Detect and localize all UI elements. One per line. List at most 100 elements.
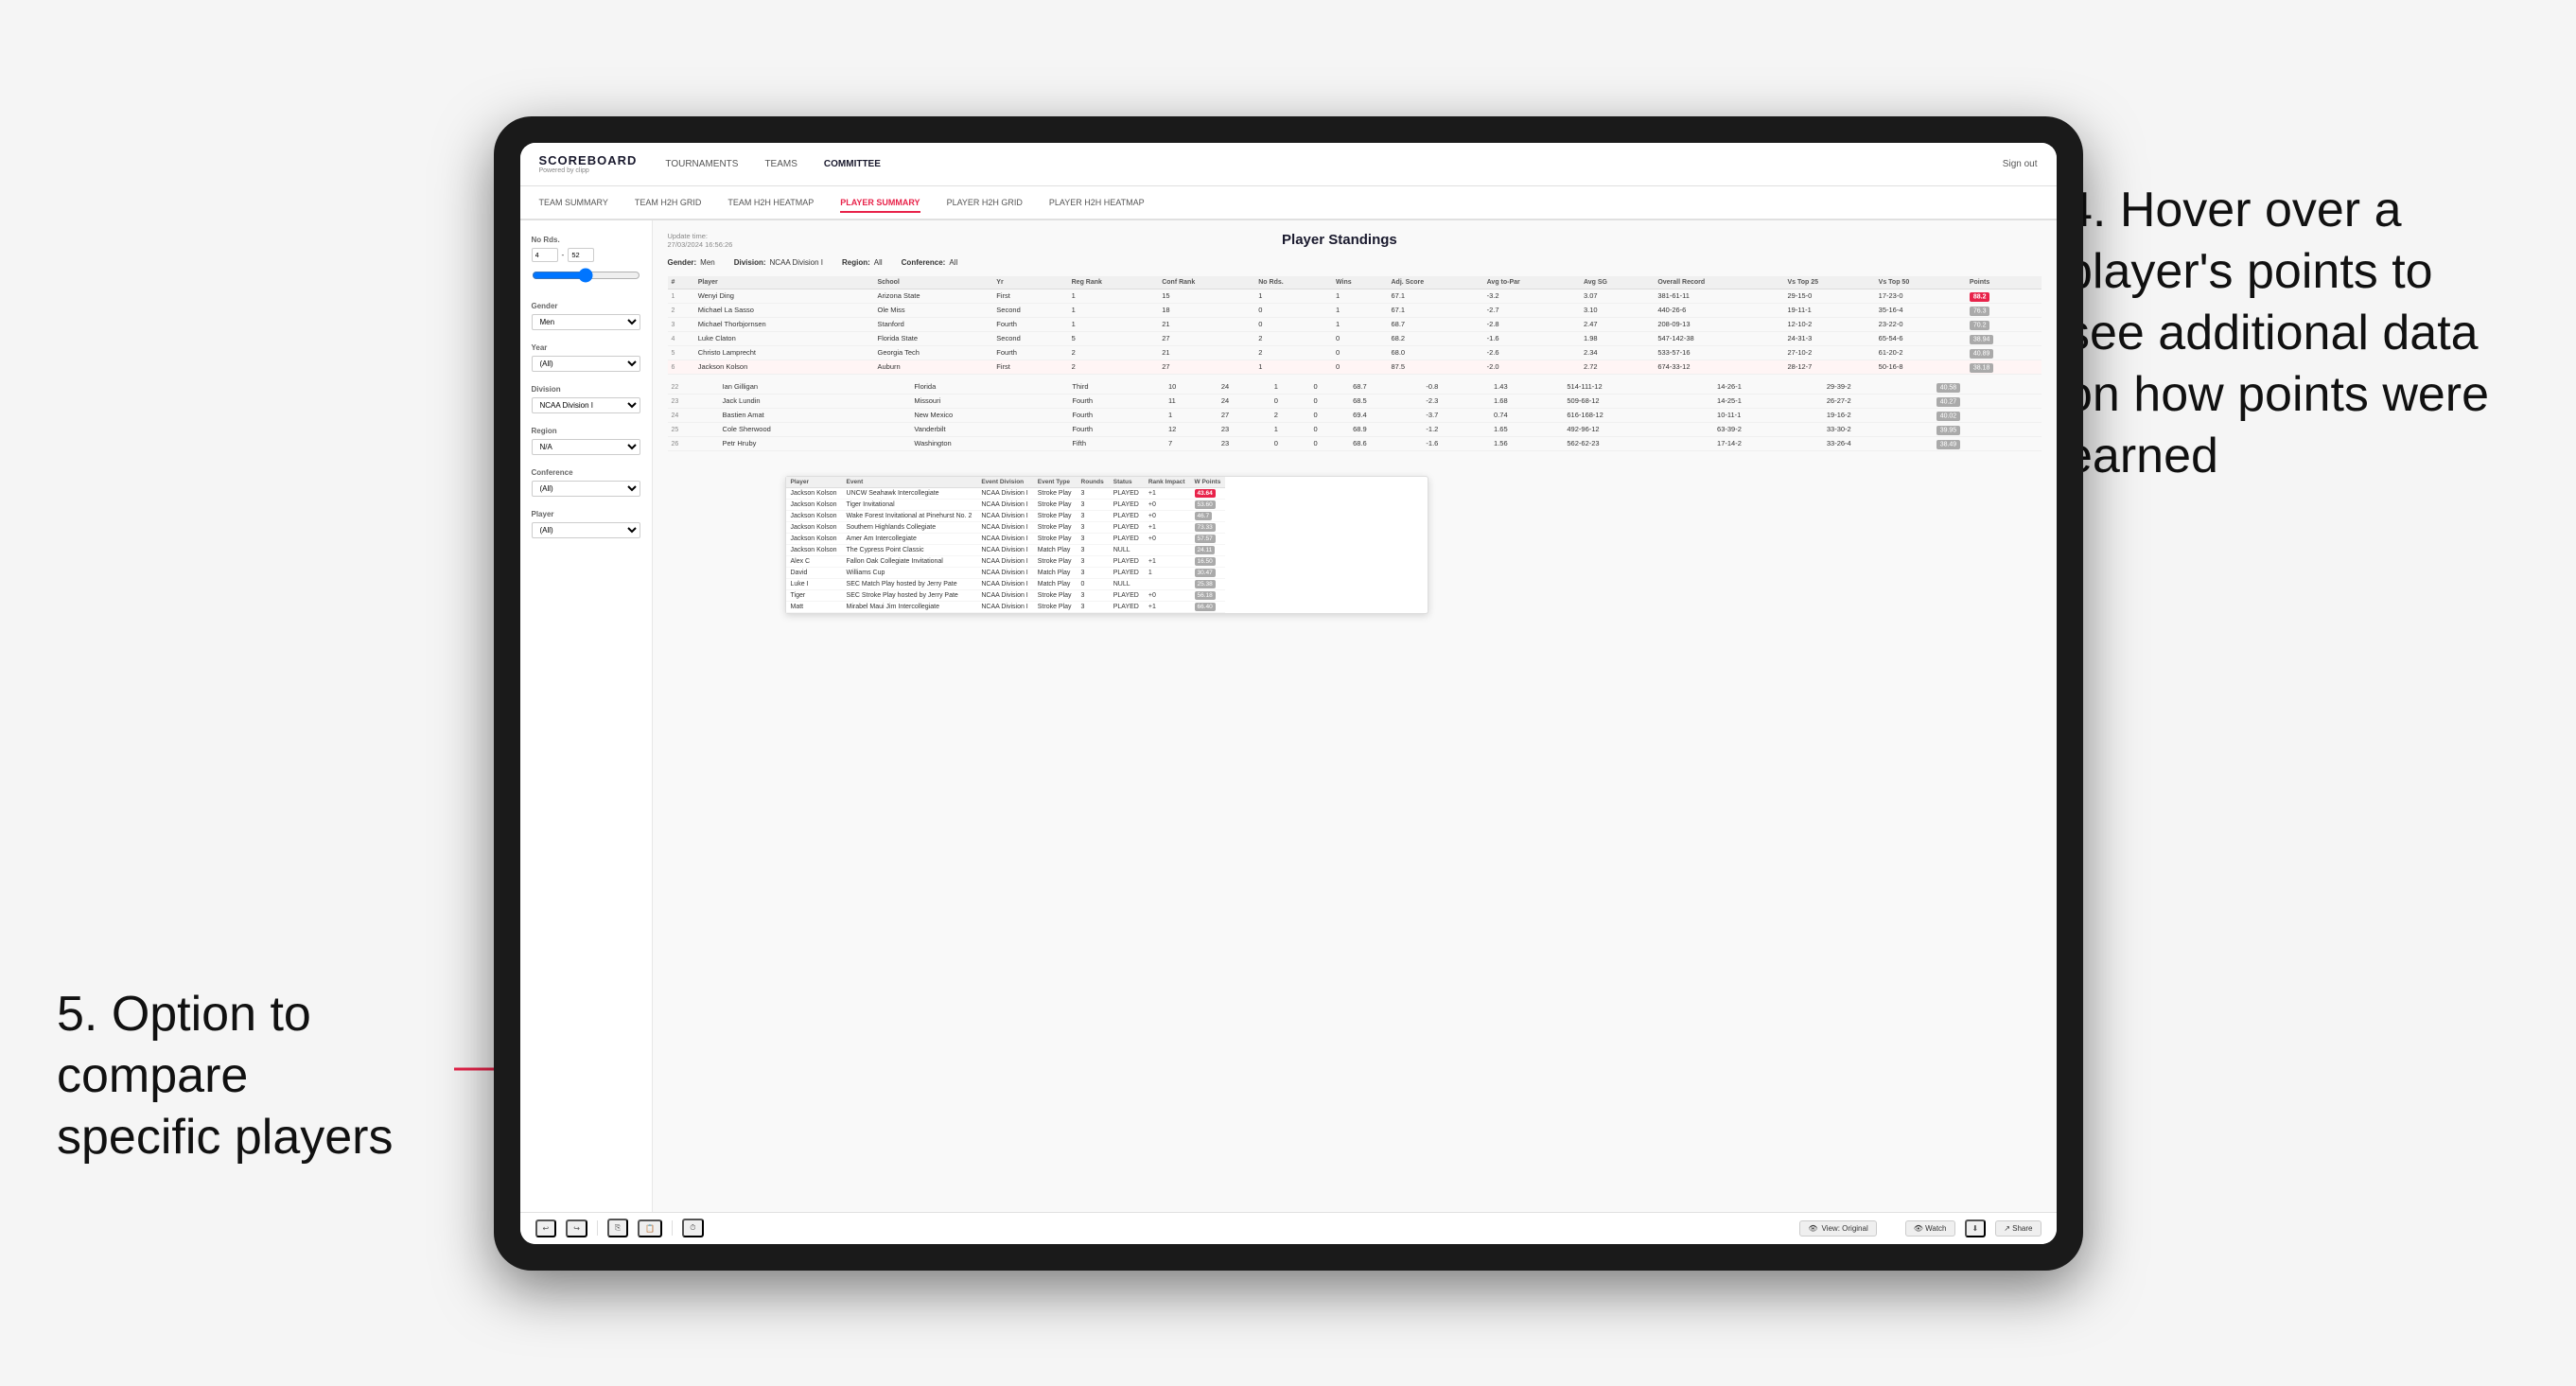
subnav-team-h2h-heatmap[interactable]: TEAM H2H HEATMAP <box>727 194 814 213</box>
paste-button[interactable]: 📋 <box>638 1219 662 1237</box>
nav-right: Sign out <box>2003 159 2038 169</box>
sidebar-region-section: Region N/A <box>532 427 640 455</box>
standings-title: Player Standings <box>1282 232 1397 248</box>
col-vs-top25: Vs Top 25 <box>1783 276 1874 289</box>
table-row: 2 Michael La Sasso Ole Miss Second 1 18 … <box>668 303 2042 317</box>
points-badge-gray[interactable]: 40.27 <box>1936 397 1961 407</box>
subnav-player-summary[interactable]: PLAYER SUMMARY <box>840 194 920 213</box>
nav-bar: SCOREBOARD Powered by clipp TOURNAMENTS … <box>520 143 2057 186</box>
tooltip-col-rank-impact: Rank Impact <box>1144 477 1190 488</box>
division-label: Division <box>532 385 640 394</box>
logo-area: SCOREBOARD Powered by clipp <box>539 153 638 174</box>
points-badge-gray[interactable]: 38.94 <box>1970 335 1994 344</box>
points-badge-gray[interactable]: 39.95 <box>1936 426 1961 435</box>
col-adj-score: Adj. Score <box>1388 276 1483 289</box>
table-row: 4 Luke Claton Florida State Second 5 27 … <box>668 331 2042 345</box>
gender-label: Gender <box>532 302 640 310</box>
nav-teams[interactable]: TEAMS <box>764 155 797 173</box>
conference-select[interactable]: (All) <box>532 481 640 497</box>
table-row: 24 Bastien Amat New Mexico Fourth 1 27 2… <box>668 408 2042 422</box>
share-button[interactable]: ↗ Share <box>1995 1220 2041 1237</box>
undo-button[interactable]: ↩ <box>535 1219 557 1237</box>
points-badge-gray[interactable]: 40.89 <box>1970 349 1994 359</box>
gender-select[interactable]: Men <box>532 314 640 330</box>
tablet-screen: SCOREBOARD Powered by clipp TOURNAMENTS … <box>520 143 2057 1244</box>
annotation-top-right: 4. Hover over a player's points to see a… <box>2065 180 2519 487</box>
standings-area: Update time: 27/03/2024 16:56:26 Player … <box>653 220 2057 1212</box>
lower-standings-table: 22 Ian Gilligan Florida Third 10 24 1 0 … <box>668 380 2042 451</box>
watch-icon: 👁 <box>1914 1224 1923 1233</box>
filter-division-value: NCAA Division I <box>770 258 823 267</box>
tooltip-row: Jackson Kolson Southern Highlands Colleg… <box>786 521 1226 533</box>
tooltip-row: David Williams Cup NCAA Division I Match… <box>786 567 1226 578</box>
points-badge-gray[interactable]: 70.2 <box>1970 321 1990 330</box>
col-school: School <box>873 276 992 289</box>
sidebar: No Rds. - Gender Men <box>520 220 653 1212</box>
points-badge-gray[interactable]: 76.3 <box>1970 307 1990 316</box>
col-vs-top50: Vs Top 50 <box>1875 276 1966 289</box>
share-label: Share <box>2012 1224 2032 1233</box>
tooltip-row: Jackson Kolson Tiger Invitational NCAA D… <box>786 499 1226 510</box>
table-row: 5 Christo Lamprecht Georgia Tech Fourth … <box>668 345 2042 360</box>
tooltip-row: Luke I SEC Match Play hosted by Jerry Pa… <box>786 578 1226 589</box>
player-select[interactable]: (All) <box>532 522 640 538</box>
nav-tournaments[interactable]: TOURNAMENTS <box>665 155 738 173</box>
subnav-player-h2h-heatmap[interactable]: PLAYER H2H HEATMAP <box>1049 194 1145 213</box>
tablet-frame: SCOREBOARD Powered by clipp TOURNAMENTS … <box>494 116 2083 1271</box>
points-badge-gray[interactable]: 40.02 <box>1936 412 1961 421</box>
points-tooltip: Player Event Event Division Event Type R… <box>785 476 1428 614</box>
year-select[interactable]: (All) <box>532 356 640 372</box>
col-conf-rank: Conf Rank <box>1158 276 1254 289</box>
tooltip-col-player: Player <box>786 477 842 488</box>
table-row: 3 Michael Thorbjornsen Stanford Fourth 1… <box>668 317 2042 331</box>
region-label: Region <box>532 427 640 435</box>
no-rds-min-input[interactable] <box>532 248 558 262</box>
filter-conference-label: Conference: <box>902 258 946 267</box>
sidebar-gender-section: Gender Men <box>532 302 640 330</box>
tooltip-row: Matt Mirabel Maui Jim Intercollegiate NC… <box>786 601 1226 612</box>
view-original-button[interactable]: 👁 View: Original <box>1799 1220 1876 1237</box>
watch-button[interactable]: 👁 Watch <box>1905 1220 1955 1237</box>
sidebar-conference-section: Conference (All) <box>532 468 640 497</box>
filter-gender: Gender: Men <box>668 258 715 267</box>
points-badge[interactable]: 88.2 <box>1970 292 1990 302</box>
tooltip-col-status: Status <box>1109 477 1144 488</box>
subnav-team-summary[interactable]: TEAM SUMMARY <box>539 194 608 213</box>
tooltip-row: Tiger SEC Stroke Play hosted by Jerry Pa… <box>786 589 1226 601</box>
tooltip-row: Jackson Kolson The Cypress Point Classic… <box>786 544 1226 555</box>
points-badge-hovered[interactable]: 38.18 <box>1970 363 1994 373</box>
tooltip-col-rounds: Rounds <box>1077 477 1109 488</box>
col-no-rds: No Rds. <box>1254 276 1332 289</box>
no-rds-slider[interactable] <box>532 268 640 283</box>
table-row: 22 Ian Gilligan Florida Third 10 24 1 0 … <box>668 380 2042 395</box>
copy-button[interactable]: ⎘ <box>607 1219 628 1237</box>
table-row: 26 Petr Hruby Washington Fifth 7 23 0 0 … <box>668 436 2042 450</box>
update-date: 27/03/2024 16:56:26 <box>668 240 733 249</box>
division-select[interactable]: NCAA Division I <box>532 397 640 413</box>
filter-gender-value: Men <box>700 258 715 267</box>
col-to-par: Avg to-Par <box>1483 276 1580 289</box>
redo-button[interactable]: ↪ <box>566 1219 587 1237</box>
filter-division: Division: NCAA Division I <box>734 258 823 267</box>
subnav-team-h2h-grid[interactable]: TEAM H2H GRID <box>635 194 702 213</box>
download-button[interactable]: ⬇ <box>1965 1219 1987 1237</box>
subnav-player-h2h-grid[interactable]: PLAYER H2H GRID <box>947 194 1023 213</box>
sign-out-link[interactable]: Sign out <box>2003 159 2038 169</box>
points-badge-gray[interactable]: 38.49 <box>1936 440 1961 449</box>
table-row-highlighted: 6 Jackson Kolson Auburn First 2 27 1 0 8… <box>668 360 2042 374</box>
region-select[interactable]: N/A <box>532 439 640 455</box>
app-title: SCOREBOARD <box>539 153 638 167</box>
annotation-bottom-left: 5. Option to compare specific players <box>57 984 416 1168</box>
time-button[interactable]: ⏱ <box>682 1219 703 1237</box>
filter-conference: Conference: All <box>902 258 958 267</box>
watch-label: Watch <box>1925 1224 1946 1233</box>
sidebar-year-section: Year (All) <box>532 343 640 372</box>
tooltip-row: Jackson Kolson Amer Am Intercollegiate N… <box>786 533 1226 544</box>
no-rds-max-input[interactable] <box>568 248 594 262</box>
col-wins: Wins <box>1332 276 1388 289</box>
outer-container: 4. Hover over a player's points to see a… <box>0 0 2576 1386</box>
nav-committee[interactable]: COMMITTEE <box>824 155 881 173</box>
points-badge-gray[interactable]: 40.58 <box>1936 383 1961 393</box>
no-rds-label: No Rds. <box>532 236 640 244</box>
filter-region: Region: All <box>842 258 883 267</box>
